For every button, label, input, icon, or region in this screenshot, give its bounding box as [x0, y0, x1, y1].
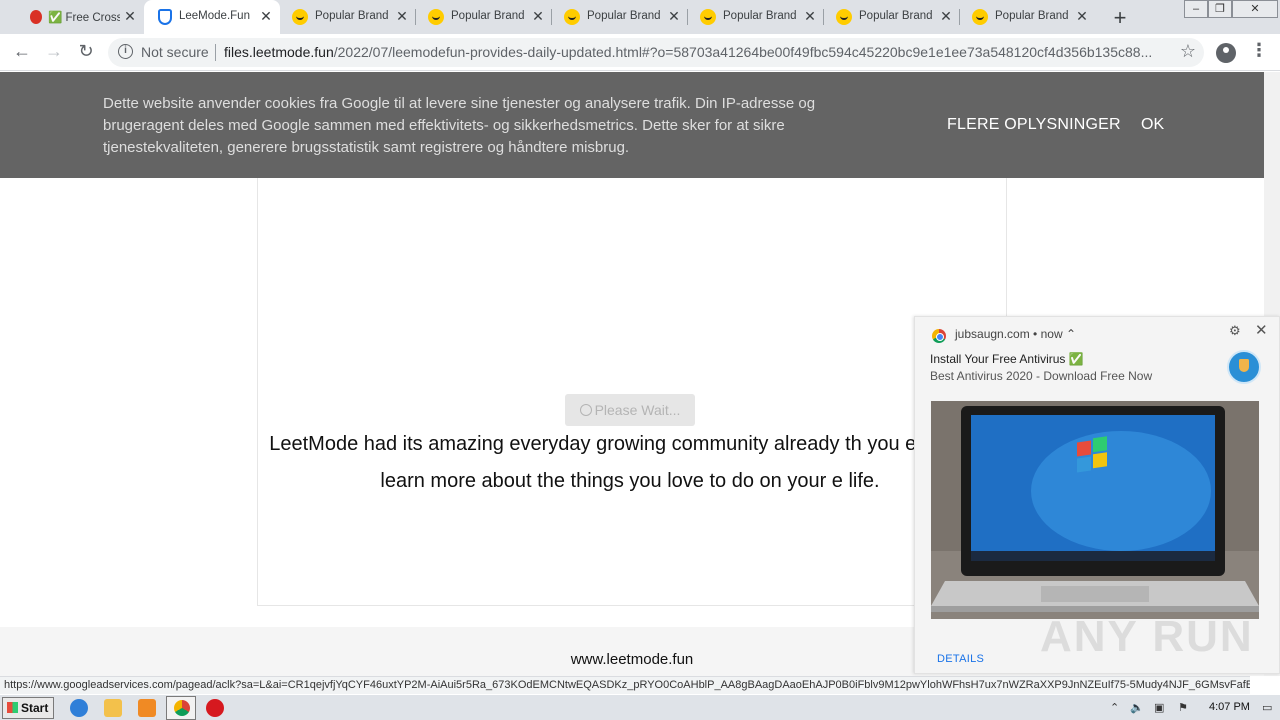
media-player-icon[interactable] — [138, 699, 156, 717]
volume-icon[interactable]: 🔈 — [1130, 701, 1144, 714]
tab-1[interactable]: LeeMode.Fun p ✕ — [144, 0, 280, 34]
details-button[interactable]: DETAILS — [937, 653, 984, 665]
yellow-smile-icon — [428, 9, 444, 25]
toolbar: ← → ↻ i Not secure files.leetmode.fun/20… — [0, 34, 1280, 71]
close-tab-icon[interactable]: ✕ — [1074, 8, 1090, 25]
laptop-image — [931, 401, 1259, 619]
shield-icon — [158, 9, 172, 25]
please-wait-button[interactable]: Please Wait... — [565, 394, 695, 426]
forward-button[interactable]: → — [42, 41, 66, 62]
cookie-text: Dette website anvender cookies fra Googl… — [103, 95, 816, 156]
tab-title: LeeMode.Fun p — [179, 10, 251, 22]
flag-icon[interactable]: ⚑ — [1178, 701, 1188, 714]
cookie-banner: Dette website anvender cookies fra Googl… — [0, 72, 1264, 178]
chrome-icon — [174, 700, 190, 716]
close-window-button[interactable]: ✕ — [1232, 0, 1278, 18]
tab-title: Popular Brand — [723, 10, 797, 22]
back-button[interactable]: ← — [10, 41, 34, 62]
yellow-smile-icon — [564, 9, 580, 25]
yellow-smile-icon — [836, 9, 852, 25]
antivirus-shield-icon — [1227, 350, 1261, 384]
tab-title: Popular Brand — [859, 10, 933, 22]
anyrun-watermark: ANY RUN — [1040, 612, 1254, 661]
tab-2[interactable]: Popular Brand ✕ — [280, 0, 416, 34]
laptop-illustration — [931, 401, 1259, 619]
close-tab-icon[interactable]: ✕ — [666, 8, 682, 25]
notification-message: Best Antivirus 2020 - Download Free Now — [930, 369, 1153, 383]
close-tab-icon[interactable]: ✕ — [802, 8, 818, 25]
profile-avatar-icon[interactable] — [1216, 43, 1236, 63]
bookmark-star-icon[interactable]: ☆ — [1180, 41, 1196, 62]
reload-button[interactable]: ↻ — [74, 41, 98, 62]
clock-icon — [579, 404, 592, 416]
opera-icon[interactable] — [206, 699, 224, 717]
menu-icon[interactable]: ⋮ — [1250, 40, 1268, 61]
security-label: Not secure — [141, 44, 209, 60]
tab-title: Popular Brand — [315, 10, 389, 22]
notification-title: Install Your Free Antivirus ✅ — [930, 352, 1084, 366]
close-tab-icon[interactable]: ✕ — [938, 8, 954, 25]
ok-button[interactable]: OK — [1141, 116, 1164, 134]
gear-icon[interactable]: ⚙ — [1229, 323, 1241, 339]
source-domain: jubsaugn.com — [955, 327, 1030, 341]
wait-label: Please Wait... — [594, 402, 681, 418]
yellow-smile-icon — [972, 9, 988, 25]
info-icon[interactable]: i — [118, 44, 133, 59]
restore-button[interactable]: ❐ — [1208, 0, 1232, 18]
tab-0[interactable]: ✅ Free CrossF ✕ — [8, 0, 144, 34]
url-domain: files.leetmode.fun — [224, 44, 334, 60]
new-tab-button[interactable]: + — [1108, 5, 1132, 31]
tab-4[interactable]: Popular Brand ✕ — [552, 0, 688, 34]
yellow-smile-icon — [700, 9, 716, 25]
minimize-button[interactable]: – — [1184, 0, 1208, 18]
close-tab-icon[interactable]: ✕ — [394, 8, 410, 25]
show-desktop-icon[interactable]: ▭ — [1262, 701, 1272, 714]
tab-title: Popular Brand — [451, 10, 525, 22]
chrome-icon — [932, 329, 946, 343]
url-text[interactable]: files.leetmode.fun/2022/07/leemodefun-pr… — [224, 44, 1154, 60]
close-tab-icon[interactable]: ✕ — [530, 8, 546, 25]
chrome-taskbar-icon[interactable] — [166, 696, 196, 720]
omnibox[interactable]: i Not secure files.leetmode.fun/2022/07/… — [108, 38, 1204, 67]
url-path: /2022/07/leemodefun-provides-daily-updat… — [333, 44, 1153, 60]
status-url: https://www.googleadservices.com/pagead/… — [0, 676, 1250, 694]
more-info-button[interactable]: FLERE OPLYSNINGER — [947, 116, 1121, 134]
chevron-up-icon[interactable]: ⌃ — [1110, 701, 1119, 714]
tab-strip: ✅ Free CrossF ✕ LeeMode.Fun p ✕ Popular … — [0, 0, 1280, 34]
content-card — [257, 178, 1007, 606]
red-bug-icon — [30, 10, 42, 24]
ie-icon[interactable] — [70, 699, 88, 717]
notification-time: now — [1040, 327, 1063, 341]
divider — [215, 44, 216, 61]
tab-3[interactable]: Popular Brand ✕ — [416, 0, 552, 34]
folder-icon[interactable] — [104, 699, 122, 717]
tab-7[interactable]: Popular Brand ✕ — [960, 0, 1096, 34]
tab-title: ✅ Free CrossF — [48, 12, 120, 24]
network-icon[interactable]: ▣ — [1154, 701, 1164, 714]
article-text: LeetMode had its amazing everyday growin… — [269, 433, 991, 492]
taskbar-clock[interactable]: 4:07 PM — [1209, 701, 1250, 713]
tab-6[interactable]: Popular Brand ✕ — [824, 0, 960, 34]
chevron-up-icon[interactable]: ⌃ — [1066, 327, 1076, 341]
close-tab-icon[interactable]: ✕ — [258, 8, 274, 25]
taskbar: Start ⌃ 🔈 ▣ ⚑ 4:07 PM ▭ — [0, 694, 1280, 720]
close-icon[interactable]: ✕ — [1255, 321, 1268, 339]
notification-source: jubsaugn.com • now ⌃ — [955, 327, 1077, 341]
start-button[interactable]: Start — [2, 697, 54, 719]
close-tab-icon[interactable]: ✕ — [122, 8, 138, 25]
yellow-smile-icon — [292, 9, 308, 25]
tab-5[interactable]: Popular Brand ✕ — [688, 0, 824, 34]
tab-title: Popular Brand — [587, 10, 661, 22]
tab-title: Popular Brand — [995, 10, 1069, 22]
